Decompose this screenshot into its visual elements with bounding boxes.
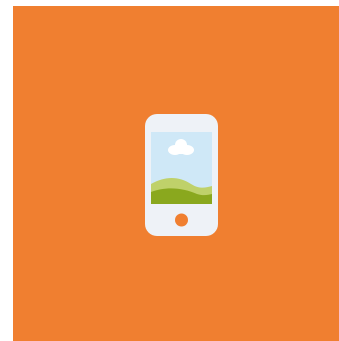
orange-background-panel xyxy=(13,6,339,341)
smartphone-landscape-icon xyxy=(145,114,218,236)
phone-home-button xyxy=(175,213,188,227)
